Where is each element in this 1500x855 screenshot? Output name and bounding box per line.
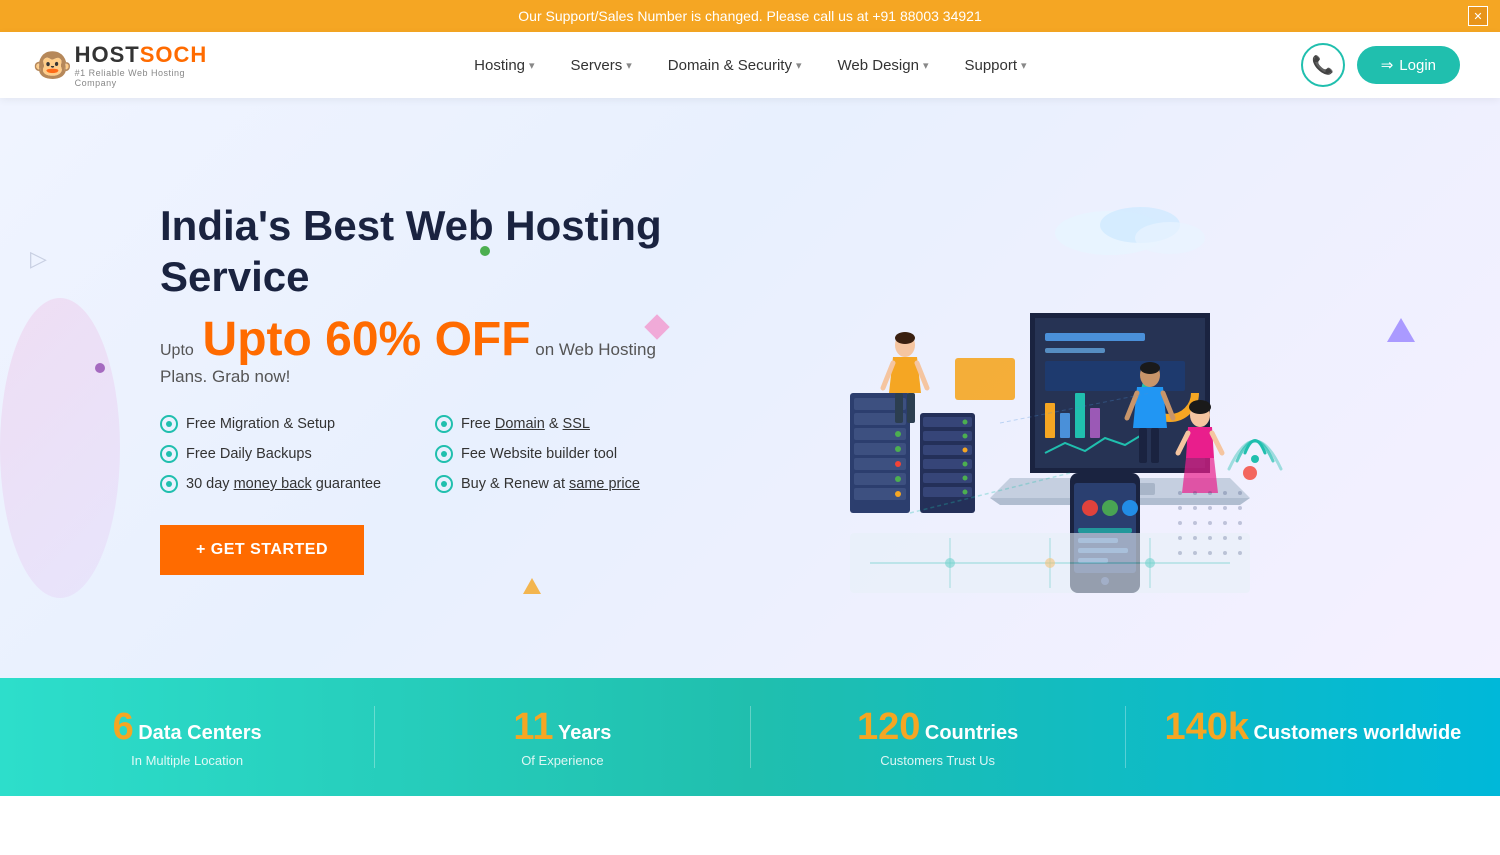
subtitle-prefix: Upto	[160, 342, 194, 359]
decor-circle-pink	[0, 298, 120, 598]
hero-illustration-svg	[800, 173, 1320, 603]
chevron-down-icon: ▾	[1021, 59, 1027, 72]
feature-money-back: 30 day money back guarantee	[160, 475, 405, 493]
feature-check-icon	[160, 445, 178, 463]
top-banner: Our Support/Sales Number is changed. Ple…	[0, 0, 1500, 32]
banner-close-button[interactable]: ✕	[1468, 6, 1488, 26]
feature-same-price: Buy & Renew at same price	[435, 475, 680, 493]
logo-text: HOSTSOCH	[75, 42, 208, 68]
hero-title: India's Best Web Hosting Service	[160, 201, 680, 302]
chevron-down-icon: ▾	[796, 59, 802, 72]
feature-check-icon	[160, 415, 178, 433]
chevron-down-icon: ▾	[529, 59, 535, 72]
logo-tagline: #1 Reliable Web Hosting Company	[75, 68, 208, 88]
logo-icon: 🐵	[33, 46, 73, 84]
login-icon: ⇒	[1381, 56, 1394, 74]
decor-triangle-yellow	[523, 578, 541, 594]
feature-check-icon	[435, 445, 453, 463]
header: 🐵 HOSTSOCH #1 Reliable Web Hosting Compa…	[0, 32, 1500, 98]
feature-domain: Free Domain & SSL	[435, 415, 680, 433]
hero-features: Free Migration & Setup Free Domain & SSL…	[160, 415, 680, 493]
nav-item-hosting[interactable]: Hosting ▾	[456, 49, 552, 82]
hero-content: India's Best Web Hosting Service Upto Up…	[160, 201, 680, 575]
subtitle-offer: Upto 60% OFF	[203, 313, 531, 366]
stats-bar: 6 Data Centers In Multiple Location 11 Y…	[0, 678, 1500, 796]
logo[interactable]: 🐵 HOSTSOCH #1 Reliable Web Hosting Compa…	[40, 42, 200, 88]
get-started-button[interactable]: + GET STARTED	[160, 525, 364, 575]
header-actions: 📞 ⇒ Login	[1301, 43, 1460, 87]
phone-button[interactable]: 📞	[1301, 43, 1345, 87]
hero-section: ▷ India's Best Web Hosting Service Upto …	[0, 98, 1500, 678]
hero-illustration	[680, 138, 1440, 638]
feature-builder: Fee Website builder tool	[435, 445, 680, 463]
play-icon: ▷	[30, 246, 47, 272]
feature-check-icon	[435, 415, 453, 433]
chevron-down-icon: ▾	[626, 59, 632, 72]
stat-years: 11 Years Of Experience	[375, 706, 750, 768]
nav-item-web-design[interactable]: Web Design ▾	[820, 49, 947, 82]
stat-countries: 120 Countries Customers Trust Us	[751, 706, 1126, 768]
banner-text: Our Support/Sales Number is changed. Ple…	[518, 8, 981, 24]
chevron-down-icon: ▾	[923, 59, 929, 72]
login-button[interactable]: ⇒ Login	[1357, 46, 1460, 84]
feature-migration: Free Migration & Setup	[160, 415, 405, 433]
hero-subtitle: Upto Upto 60% OFF on Web Hosting Plans. …	[160, 312, 680, 387]
nav-item-domain-security[interactable]: Domain & Security ▾	[650, 49, 820, 82]
feature-backups: Free Daily Backups	[160, 445, 405, 463]
stat-data-centers: 6 Data Centers In Multiple Location	[0, 706, 375, 768]
stat-customers: 140k Customers worldwide	[1126, 706, 1500, 768]
feature-check-icon	[435, 475, 453, 493]
feature-check-icon	[160, 475, 178, 493]
nav: Hosting ▾ Servers ▾ Domain & Security ▾ …	[200, 49, 1301, 82]
nav-item-servers[interactable]: Servers ▾	[553, 49, 650, 82]
phone-icon: 📞	[1312, 55, 1334, 76]
nav-item-support[interactable]: Support ▾	[946, 49, 1044, 82]
